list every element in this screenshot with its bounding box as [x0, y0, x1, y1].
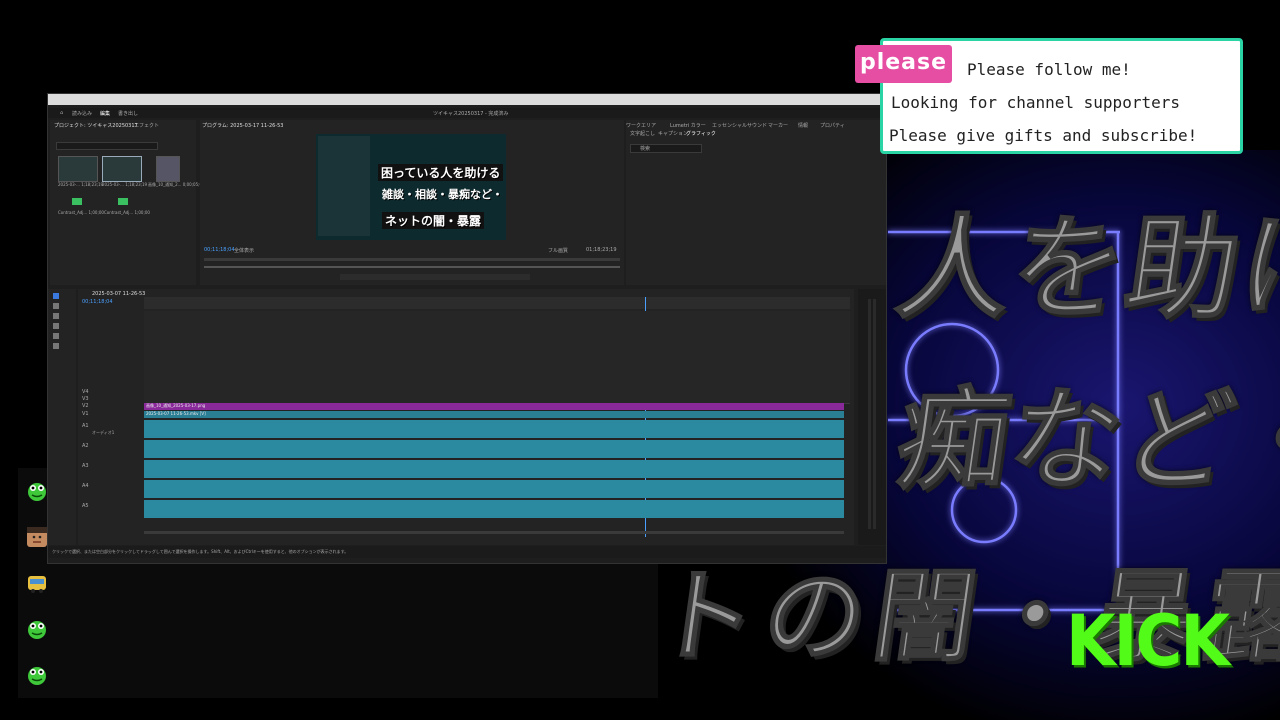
track-a5-label[interactable]: A5 — [82, 503, 89, 509]
tools-panel[interactable] — [48, 289, 76, 545]
tab-lumetri[interactable]: Lumetri カラー — [670, 122, 706, 129]
ripple-tool-icon[interactable] — [53, 313, 59, 319]
text-tool-icon[interactable] — [53, 343, 59, 349]
chat-avatar-frog-3-icon — [28, 667, 46, 685]
audio-clip-a4[interactable] — [144, 480, 844, 498]
timeline-panel[interactable]: 2025-03-07 11-26-53 00;11;18;04 V4 V3 V2… — [78, 289, 854, 545]
menu-import[interactable]: 読み込み — [72, 110, 92, 117]
track-a4-label[interactable]: A4 — [82, 483, 89, 489]
tab-properties[interactable]: プロパティ — [820, 122, 845, 129]
essential-graphics-panel[interactable]: ワークエリア Lumetri カラー エッセンシャルサウンド マーカー 情報 プ… — [626, 120, 886, 285]
menu-edit[interactable]: 編集 — [100, 110, 110, 117]
frame-headline-1: 困っている人を助ける — [378, 164, 504, 181]
program-zoom-bar[interactable] — [204, 266, 620, 268]
frame-headline-2: 雑談・相談・暴痴など・・・ — [382, 188, 506, 201]
project-search-input[interactable] — [56, 142, 158, 150]
audio-clip-a5[interactable] — [144, 500, 844, 518]
chat-avatar-frog-icon — [28, 483, 46, 501]
track-a3-label[interactable]: A3 — [82, 463, 89, 469]
program-scrubber[interactable] — [204, 258, 620, 261]
track-a2-label[interactable]: A2 — [82, 443, 89, 449]
video-editor-window[interactable]: ⌂ 読み込み 編集 書き出し ツイキャス20250317 - 完成済み プロジェ… — [47, 93, 887, 564]
status-text: クリックで選択、または空白部分をクリックしてドラッグして囲んで選択を操作します。… — [52, 549, 349, 554]
please-badge: please — [855, 45, 952, 83]
v1-clip[interactable]: 2025-03-07 11-26-53.mkv [V] — [144, 411, 844, 418]
transport-controls[interactable] — [340, 274, 530, 280]
thumb-clip-1[interactable] — [58, 156, 98, 182]
quality-select[interactable]: フル画質 — [548, 247, 568, 254]
v1-clip-label: 2025-03-07 11-26-53.mkv [V] — [146, 411, 206, 416]
program-duration: 01;18;23;19 — [586, 247, 617, 253]
tab-workarea[interactable]: ワークエリア — [626, 122, 656, 129]
audio-meter — [858, 289, 886, 545]
timeline-scrollbar[interactable] — [144, 531, 844, 534]
audio-clip-a1[interactable] — [144, 420, 844, 438]
meter-left — [868, 299, 871, 529]
chat-avatar-bus-icon — [28, 576, 46, 593]
track-v3-label[interactable]: V3 — [82, 396, 89, 402]
background-headline-1: 人を助ける — [888, 203, 1280, 335]
tab-info[interactable]: 情報 — [798, 122, 808, 129]
supporters-message: Looking for channel supporters — [891, 93, 1180, 112]
frame-chat-overlay — [318, 136, 370, 236]
subtab-captions[interactable]: キャプション — [658, 130, 688, 137]
tab-markers[interactable]: マーカー — [768, 122, 788, 129]
tab-sound[interactable]: エッセンシャルサウンド — [712, 122, 767, 129]
timeline-timecode[interactable]: 00;11;18;04 — [82, 299, 113, 305]
effects-tab[interactable]: エフェクト — [134, 122, 159, 129]
subtab-transcript[interactable]: 文字起こし — [630, 130, 655, 137]
audio-clip-a2[interactable] — [144, 440, 844, 458]
v2-clip[interactable]: 画像_10_通知_2025-03-17.png — [144, 403, 844, 410]
chat-avatar-face-icon — [27, 527, 47, 547]
pen-tool-icon[interactable] — [53, 333, 59, 339]
program-tab[interactable]: プログラム: 2025-03-17 11-26-53 — [202, 122, 283, 129]
fit-select[interactable]: 全体表示 — [234, 247, 254, 254]
chat-avatar-frog-2-icon — [28, 621, 46, 639]
project-tab[interactable]: プロジェクト: ツイキャス20250317 — [54, 122, 138, 129]
graphics-search-placeholder: 検索 — [640, 146, 651, 152]
editor-menubar: ⌂ 読み込み 編集 書き出し ツイキャス20250317 - 完成済み — [48, 108, 886, 118]
project-panel[interactable]: プロジェクト: ツイキャス20250317 エフェクト 2025-03-... … — [50, 120, 205, 285]
adjustment-layer-icon[interactable] — [72, 198, 82, 205]
program-timecode[interactable]: 00;11;18;04 — [204, 247, 235, 253]
audio-clip-a3[interactable] — [144, 460, 844, 478]
track-a1-name: オーディオ1 — [92, 430, 115, 435]
track-v4-label[interactable]: V4 — [82, 389, 89, 395]
time-ruler[interactable] — [144, 297, 850, 309]
frame-headline-3: ネットの闇・暴露 — [382, 212, 485, 229]
selection-tool-icon[interactable] — [53, 293, 59, 299]
kick-logo: KICK — [1066, 601, 1230, 683]
gifts-message: Please give gifts and subscribe! — [889, 126, 1198, 145]
subtab-graphics[interactable]: グラフィック — [686, 130, 716, 137]
timeline-tab[interactable]: 2025-03-07 11-26-53 — [92, 291, 145, 297]
home-icon[interactable]: ⌂ — [60, 110, 63, 116]
meter-right — [873, 299, 876, 529]
editor-titlebar — [48, 94, 886, 105]
background-headline-2: 痴など・・・ — [889, 375, 1280, 505]
follow-message: Please follow me! — [967, 60, 1131, 79]
video-track-area[interactable] — [144, 311, 850, 404]
thumb-image[interactable] — [156, 156, 180, 182]
thumb-label-3: 画像_10_通知_2... 0;00;05;00 — [148, 182, 205, 187]
v2-clip-label: 画像_10_通知_2025-03-17.png — [146, 403, 206, 408]
menu-export[interactable]: 書き出し — [118, 110, 138, 117]
program-video-frame: 困っている人を助ける 雑談・相談・暴痴など・・・ ネットの闇・暴露 — [316, 134, 506, 240]
track-v1-label[interactable]: V1 — [82, 411, 89, 417]
adjustment-layer-2-icon[interactable] — [118, 198, 128, 205]
thumb-label-2: 2025-03-... 1;18;23;19 — [102, 182, 148, 187]
thumb-clip-2[interactable] — [102, 156, 142, 182]
thumb-label-1: 2025-03-... 1;18;23;19 — [58, 182, 104, 187]
thumb-label-4: Contrast_Adj... 1;00;00 — [58, 210, 104, 215]
razor-tool-icon[interactable] — [53, 323, 59, 329]
track-a1-label[interactable]: A1 — [82, 423, 89, 429]
status-bar: クリックで選択、または空白部分をクリックしてドラッグして囲んで選択を操作します。… — [48, 546, 886, 558]
window-title: ツイキャス20250317 - 完成済み — [433, 111, 509, 117]
track-select-tool-icon[interactable] — [53, 303, 59, 309]
thumb-label-5: Contrast_Adj... 1;00;00 — [104, 210, 150, 215]
track-v2-label[interactable]: V2 — [82, 403, 89, 409]
